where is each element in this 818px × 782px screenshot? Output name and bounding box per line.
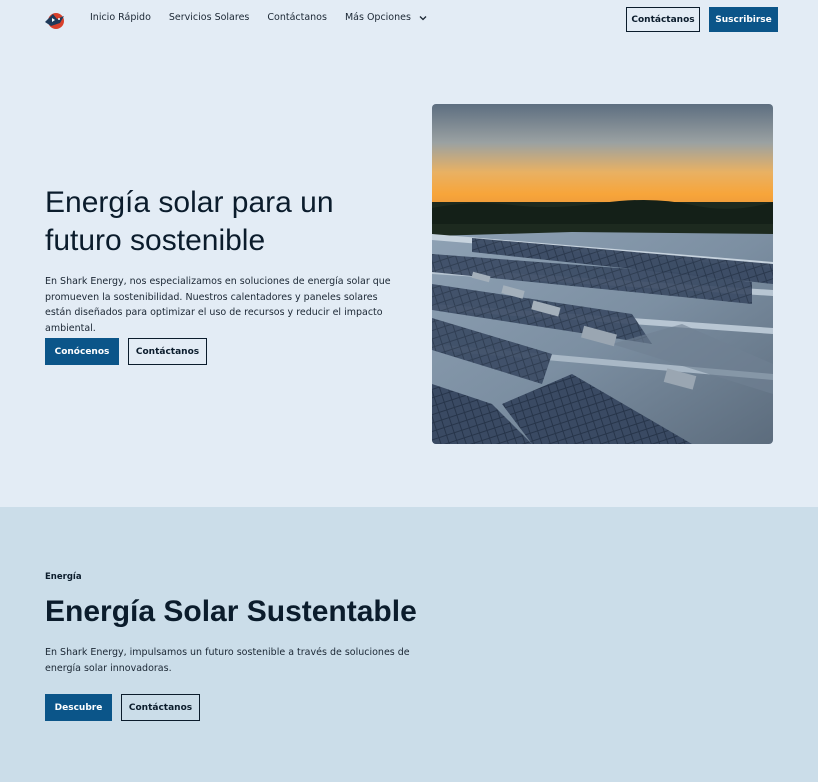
subscribe-button[interactable]: Suscribirse xyxy=(709,7,778,32)
shark-logo-icon[interactable] xyxy=(43,10,67,30)
hero-contact-button[interactable]: Contáctanos xyxy=(128,338,207,365)
chevron-down-icon xyxy=(419,15,427,20)
nav-link-inicio[interactable]: Inicio Rápido xyxy=(90,12,151,23)
top-navigation: Inicio Rápido Servicios Solares Contácta… xyxy=(0,0,818,38)
descubre-button[interactable]: Descubre xyxy=(45,694,112,721)
nav-link-mas-opciones-label: Más Opciones xyxy=(344,12,411,23)
solar-panels-image xyxy=(432,104,773,444)
nav-links: Inicio Rápido Servicios Solares Contácta… xyxy=(90,12,445,23)
hero-section: Energía solar para un futuro sostenible … xyxy=(0,38,818,507)
hero-description: En Shark Energy, nos especializamos en s… xyxy=(45,276,391,334)
nav-link-servicios[interactable]: Servicios Solares xyxy=(169,12,249,23)
section-contact-button[interactable]: Contáctanos xyxy=(121,694,200,721)
nav-link-mas-opciones[interactable]: Más Opciones xyxy=(345,12,427,23)
section-description: En Shark Energy, impulsamos un futuro so… xyxy=(45,647,410,674)
hero-title: Energía solar para un futuro sostenible xyxy=(45,186,334,257)
section-title: Energía Solar Sustentable xyxy=(45,595,417,628)
section-tag: Energía xyxy=(45,572,82,582)
nav-contact-button[interactable]: Contáctanos xyxy=(626,7,700,32)
nav-link-contacto[interactable]: Contáctanos xyxy=(267,12,327,23)
sustainable-section: Energía Energía Solar Sustentable En Sha… xyxy=(0,507,818,782)
conocenos-button[interactable]: Conócenos xyxy=(45,338,119,365)
